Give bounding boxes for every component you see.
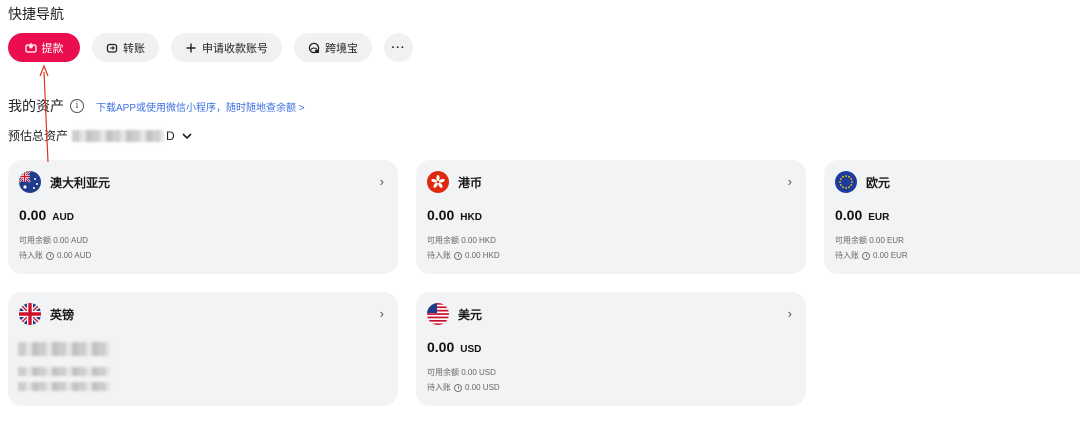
currency-name: 英镑	[50, 307, 75, 322]
transfer-button[interactable]: 转账	[92, 33, 159, 62]
withdraw-icon	[24, 42, 37, 54]
currency-name: 美元	[458, 307, 483, 322]
estimated-total-row: 预估总资产 D	[8, 127, 193, 144]
chevron-right-icon[interactable]: ›	[788, 174, 792, 189]
plus-icon	[185, 42, 197, 54]
chevron-right-icon[interactable]: ›	[788, 306, 792, 321]
amount-unit: AUD	[52, 212, 74, 223]
available-balance: 可用余额 0.00 HKD	[427, 236, 496, 245]
redacted-available	[18, 367, 110, 376]
pending-label: 待入账	[427, 383, 451, 392]
pending-label: 待入账	[19, 251, 43, 260]
assets-header: 我的资产 i 下载APP或使用微信小程序，随时随地查余额 >	[8, 96, 305, 116]
quick-nav-title: 快捷导航	[8, 6, 64, 22]
us-flag-icon	[427, 303, 449, 325]
redacted-pending	[18, 382, 110, 391]
clock-icon[interactable]	[454, 251, 462, 260]
amount-unit: USD	[460, 344, 482, 355]
estimated-total-label: 预估总资产	[8, 129, 69, 143]
redacted-total-value	[72, 129, 165, 142]
apply-account-button[interactable]: 申请收款账号	[171, 33, 282, 62]
available-balance: 可用余额 0.00 EUR	[835, 236, 904, 245]
cross-border-icon	[308, 42, 320, 54]
more-button[interactable]: ···	[384, 33, 413, 62]
currency-card-gbp[interactable]: 英镑 ›	[8, 292, 398, 406]
clock-icon[interactable]	[46, 251, 54, 260]
available-balance: 可用余额 0.00 AUD	[19, 236, 88, 245]
pending-balance: 待入账 0.00 AUD	[19, 250, 91, 261]
amount-value: 0.00	[835, 207, 863, 223]
australia-flag-icon	[19, 171, 41, 193]
transfer-icon	[106, 42, 118, 54]
cross-border-button[interactable]: 跨境宝	[294, 33, 372, 62]
available-balance: 可用余额 0.00 USD	[427, 368, 496, 377]
eu-flag-icon	[835, 171, 857, 193]
clock-icon[interactable]	[454, 383, 462, 392]
more-icon: ···	[391, 41, 406, 54]
total-currency-suffix: D	[166, 128, 175, 143]
hongkong-flag-icon	[427, 171, 449, 193]
currency-card-eur[interactable]: 欧元 0.00 EUR 可用余额 0.00 EUR 待入账 0.00 EUR	[824, 160, 1080, 274]
pending-value: 0.00 HKD	[465, 251, 500, 260]
chevron-right-icon[interactable]: ›	[380, 306, 384, 321]
quick-nav-bar: 提款 转账 申请收款账号 跨境宝 ···	[8, 33, 413, 62]
clock-icon[interactable]	[862, 251, 870, 260]
currency-name: 港币	[458, 175, 483, 190]
pending-label: 待入账	[835, 251, 859, 260]
redacted-amount	[18, 342, 110, 356]
pending-value: 0.00 USD	[465, 383, 500, 392]
assets-title: 我的资产	[8, 98, 64, 114]
currency-card-aud[interactable]: 澳大利亚元 › 0.00 AUD 可用余额 0.00 AUD 待入账 0.00 AU…	[8, 160, 398, 274]
amount-value: 0.00	[19, 207, 47, 223]
pending-label: 待入账	[427, 251, 451, 260]
amount-value: 0.00	[427, 207, 455, 223]
cross-border-button-label: 跨境宝	[325, 42, 358, 55]
currency-amount: 0.00 EUR	[835, 207, 889, 223]
currency-amount: 0.00 HKD	[427, 207, 482, 223]
info-icon[interactable]: i	[70, 99, 84, 113]
pending-balance: 待入账 0.00 EUR	[835, 250, 908, 261]
amount-unit: HKD	[460, 212, 482, 223]
pending-balance: 待入账 0.00 HKD	[427, 250, 500, 261]
download-app-link[interactable]: 下载APP或使用微信小程序，随时随地查余额 >	[96, 99, 305, 114]
pending-value: 0.00 AUD	[57, 251, 92, 260]
currency-name: 欧元	[866, 175, 891, 190]
currency-amount: 0.00 AUD	[19, 207, 74, 223]
currency-amount: 0.00 USD	[427, 339, 481, 355]
currency-name: 澳大利亚元	[50, 175, 111, 190]
pending-balance: 待入账 0.00 USD	[427, 382, 500, 393]
amount-unit: EUR	[868, 212, 890, 223]
pending-value: 0.00 EUR	[873, 251, 908, 260]
amount-value: 0.00	[427, 339, 455, 355]
currency-card-usd[interactable]: 美元 › 0.00 USD 可用余额 0.00 USD 待入账 0.00 USD	[416, 292, 806, 406]
currency-card-hkd[interactable]: 港币 › 0.00 HKD 可用余额 0.00 HKD 待入账 0.00 HKD	[416, 160, 806, 274]
transfer-button-label: 转账	[123, 42, 145, 55]
chevron-right-icon[interactable]: ›	[380, 174, 384, 189]
apply-account-button-label: 申请收款账号	[202, 42, 268, 55]
chevron-down-icon[interactable]	[181, 131, 193, 141]
withdraw-button-label: 提款	[41, 42, 64, 55]
uk-flag-icon	[19, 303, 41, 325]
withdraw-button[interactable]: 提款	[8, 33, 80, 62]
